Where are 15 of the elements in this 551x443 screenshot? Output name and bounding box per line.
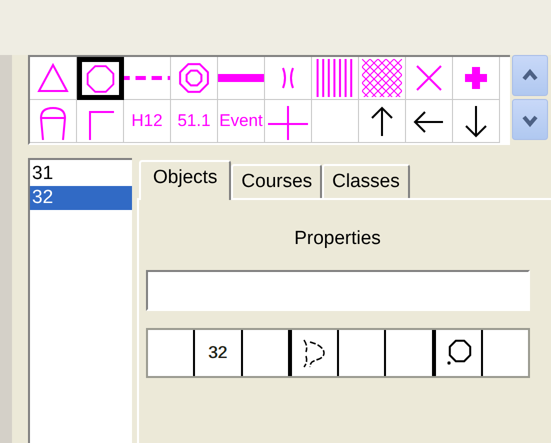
stripes-icon [315,59,355,97]
tab[interactable]: Classes [322,164,410,198]
crosshatch-icon [362,59,402,97]
palette-cell[interactable] [77,57,124,100]
properties-heading: Properties [293,228,382,250]
list-item[interactable]: 31 [30,162,132,186]
text-field[interactable] [146,270,530,311]
tab[interactable]: Courses [231,164,322,198]
symbol-number: 32 [208,343,228,363]
scroll-up-button[interactable] [512,55,548,96]
tab[interactable]: Objects [139,160,232,200]
dashed-line-icon [124,76,170,80]
thick-line-icon [218,74,264,82]
list-item[interactable]: 32 [30,186,132,210]
scroll-down-button[interactable] [512,99,548,140]
